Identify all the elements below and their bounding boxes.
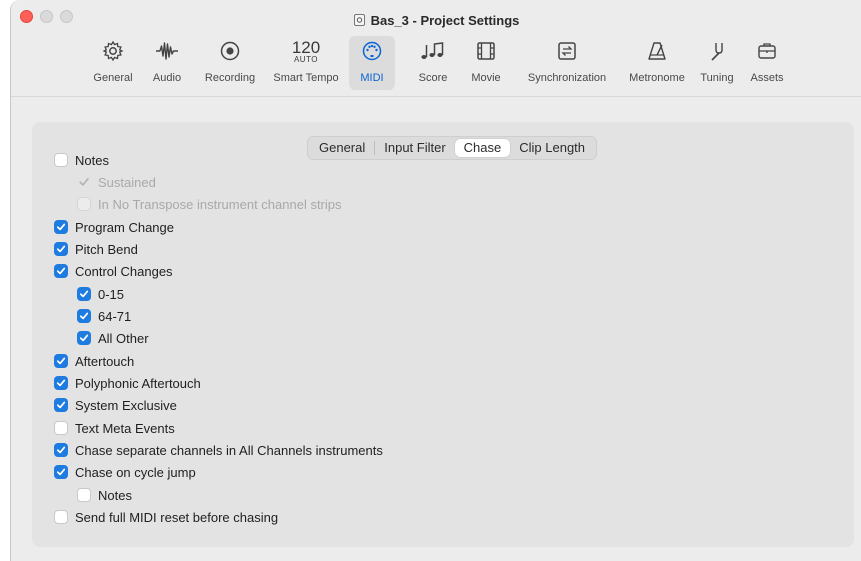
tempo-mode: AUTO <box>293 55 319 64</box>
checkbox[interactable] <box>54 421 68 435</box>
option-label: Text Meta Events <box>75 420 175 436</box>
option-row[interactable]: Text Meta Events <box>54 419 175 437</box>
settings-content: General Input Filter Chase Clip Length N… <box>11 97 861 561</box>
checkbox[interactable] <box>54 264 68 278</box>
project-document-icon <box>353 14 365 26</box>
option-row[interactable]: Aftertouch <box>54 352 134 370</box>
checkbox[interactable] <box>54 354 68 368</box>
midi-port-icon <box>349 40 395 70</box>
checkbox[interactable] <box>54 465 68 479</box>
checkbox <box>77 175 91 189</box>
waveform-icon <box>147 40 187 70</box>
toolbar-audio-label: Audio <box>152 72 182 84</box>
toolbar-synchronization[interactable]: Synchronization <box>516 36 618 90</box>
toolbar-recording-label: Recording <box>204 72 256 84</box>
option-label: Polyphonic Aftertouch <box>75 375 201 391</box>
toolbar-synchronization-label: Synchronization <box>527 72 607 84</box>
option-label: Chase separate channels in All Channels … <box>75 442 383 458</box>
film-icon <box>466 40 506 70</box>
metronome-icon <box>623 40 691 70</box>
checkbox[interactable] <box>54 220 68 234</box>
toolbar-smart-tempo[interactable]: 120 AUTO Smart Tempo <box>269 36 343 90</box>
toolbar-movie-label: Movie <box>471 72 501 84</box>
toolbar-assets-label: Assets <box>750 72 784 84</box>
subtab-chase[interactable]: Chase <box>454 139 511 157</box>
checkbox[interactable] <box>54 376 68 390</box>
option-row: In No Transpose instrument channel strip… <box>77 195 342 213</box>
option-row: Sustained <box>77 173 156 191</box>
option-label: Sustained <box>98 174 156 190</box>
checkbox <box>77 197 91 211</box>
checkbox[interactable] <box>54 153 68 167</box>
gear-icon <box>86 40 140 70</box>
option-row[interactable]: Chase on cycle jump <box>54 463 196 481</box>
subtab-input-filter[interactable]: Input Filter <box>375 139 454 157</box>
option-label: Send full MIDI reset before chasing <box>75 509 279 525</box>
option-row[interactable]: Control Changes <box>54 262 173 280</box>
checkbox[interactable] <box>54 242 68 256</box>
option-row[interactable]: Program Change <box>54 218 174 236</box>
checkbox[interactable] <box>77 309 91 323</box>
window-title-text: Bas_3 - Project Settings <box>370 13 520 28</box>
option-label: Program Change <box>75 219 174 235</box>
briefcase-icon <box>745 40 789 70</box>
option-label: In No Transpose instrument channel strip… <box>98 196 342 212</box>
toolbar-movie[interactable]: Movie <box>466 36 506 90</box>
toolbar-midi[interactable]: MIDI <box>349 36 395 90</box>
toolbar-assets[interactable]: Assets <box>745 36 789 90</box>
toolbar-tuning[interactable]: Tuning <box>697 36 737 90</box>
toolbar-tuning-label: Tuning <box>700 72 734 84</box>
toolbar-metronome-label: Metronome <box>629 72 685 84</box>
option-row[interactable]: 64-71 <box>77 307 131 325</box>
toolbar-smart-tempo-label: Smart Tempo <box>273 72 339 84</box>
toolbar-score[interactable]: Score <box>413 36 453 90</box>
toolbar-audio[interactable]: Audio <box>147 36 187 90</box>
option-label: System Exclusive <box>75 397 177 413</box>
option-label: 0-15 <box>98 286 125 302</box>
option-row[interactable]: Notes <box>54 151 109 169</box>
option-row[interactable]: Pitch Bend <box>54 240 138 258</box>
tempo-value: 120 <box>291 38 321 57</box>
subtab-clip-length[interactable]: Clip Length <box>510 139 594 157</box>
checkbox[interactable] <box>77 488 91 502</box>
checkbox[interactable] <box>54 510 68 524</box>
toolbar-metronome[interactable]: Metronome <box>623 36 691 90</box>
option-label: Notes <box>75 152 109 168</box>
toolbar-general[interactable]: General <box>86 36 140 90</box>
option-label: Aftertouch <box>75 353 135 369</box>
option-row[interactable]: 0-15 <box>77 285 124 303</box>
sync-icon <box>516 40 618 70</box>
option-label: Chase on cycle jump <box>75 464 196 480</box>
option-row[interactable]: Notes <box>77 486 132 504</box>
toolbar-general-label: General <box>93 72 133 84</box>
option-label: 64-71 <box>98 308 132 324</box>
option-label: All Other <box>98 330 149 346</box>
tuning-fork-icon <box>697 40 737 70</box>
checkbox[interactable] <box>77 287 91 301</box>
music-notes-icon <box>413 40 453 70</box>
option-row[interactable]: Polyphonic Aftertouch <box>54 374 201 392</box>
checkbox[interactable] <box>54 398 68 412</box>
option-row[interactable]: Send full MIDI reset before chasing <box>54 508 278 526</box>
option-row[interactable]: Chase separate channels in All Channels … <box>54 441 383 459</box>
chase-settings-panel: General Input Filter Chase Clip Length N… <box>32 122 854 547</box>
toolbar-score-label: Score <box>418 72 448 84</box>
subtab-general[interactable]: General <box>310 139 374 157</box>
window-title: Bas_3 - Project Settings <box>11 13 861 28</box>
option-label: Pitch Bend <box>75 241 138 257</box>
title-bar: Bas_3 - Project Settings General Audio R… <box>11 0 861 97</box>
record-icon <box>199 40 261 70</box>
midi-subtabs: General Input Filter Chase Clip Length <box>307 136 598 160</box>
option-row[interactable]: System Exclusive <box>54 396 177 414</box>
tempo-icon: 120 AUTO <box>269 38 343 70</box>
checkbox[interactable] <box>77 331 91 345</box>
toolbar-recording[interactable]: Recording <box>199 36 261 90</box>
project-settings-window: Bas_3 - Project Settings General Audio R… <box>10 0 861 561</box>
option-row[interactable]: All Other <box>77 329 149 347</box>
checkbox[interactable] <box>54 443 68 457</box>
option-label: Control Changes <box>75 263 173 279</box>
toolbar-midi-label: MIDI <box>360 72 384 84</box>
settings-toolbar: General Audio Recording 120 AUTO Smart T… <box>11 36 861 96</box>
option-label: Notes <box>98 487 132 503</box>
